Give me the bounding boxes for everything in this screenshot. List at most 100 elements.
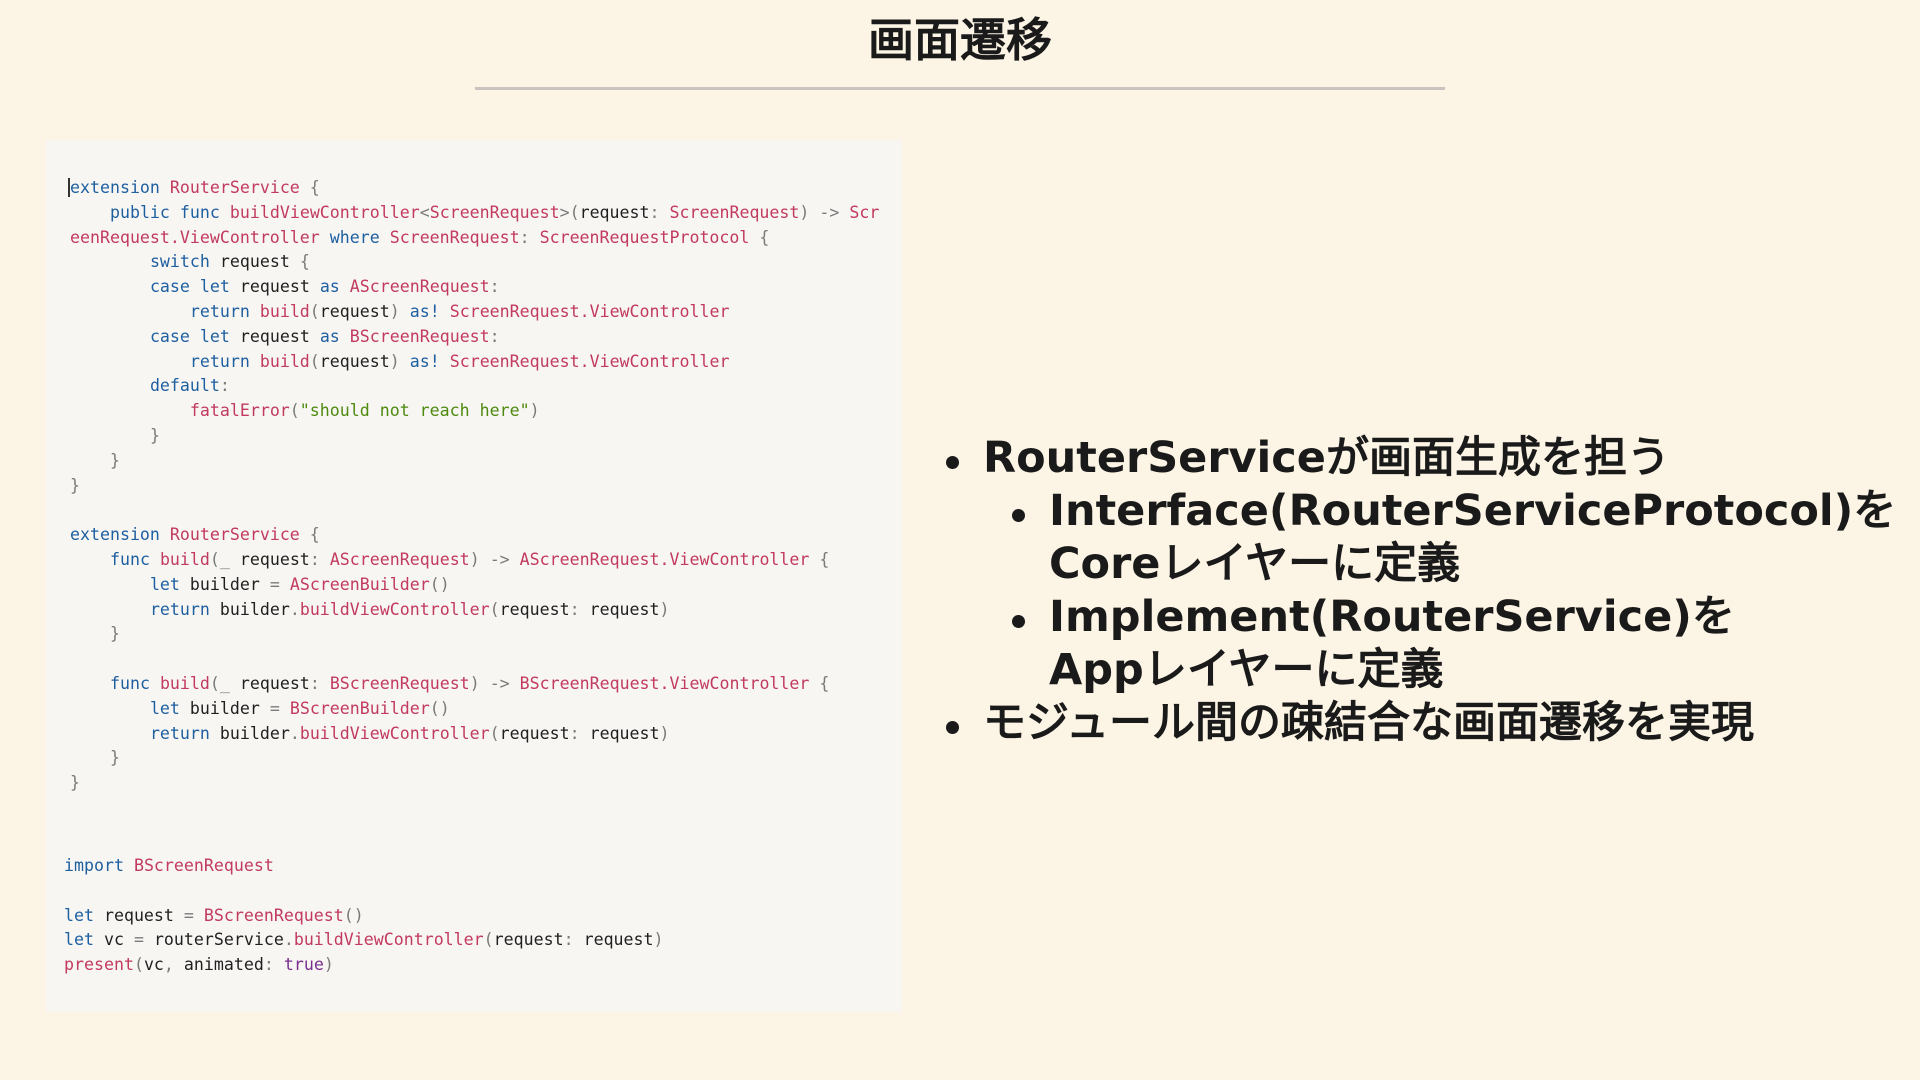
code-token: request: [229, 549, 310, 569]
code-token: }: [70, 475, 80, 495]
code-token: }: [109, 450, 120, 470]
code-token: "should not reach here": [299, 401, 530, 421]
code-token: AScreenRequest.ViewController: [519, 549, 810, 569]
code-token: (: [309, 301, 320, 321]
code-line: }: [70, 424, 879, 449]
code-token: request: [579, 599, 660, 619]
bullet-item: RouterServiceが画面生成を担う: [938, 432, 1898, 485]
code-token: build: [159, 549, 210, 569]
code-token: (: [309, 351, 320, 371]
code-token: case: [149, 326, 190, 346]
code-token: as!: [409, 301, 440, 321]
code-token: .: [289, 599, 300, 619]
code-token: public: [109, 202, 170, 222]
code-token: <: [419, 202, 430, 222]
code-token: ): [659, 599, 670, 619]
code-line: return build(request) as! ScreenRequest.…: [70, 350, 879, 375]
code-line: case let request as BScreenRequest:: [70, 325, 879, 350]
code-token: :: [309, 673, 320, 693]
code-token: extension: [70, 525, 160, 545]
bullet-text: Implement(RouterService)を Appレイヤーに定義: [1049, 592, 1735, 695]
code-token: ScreenRequest: [669, 202, 800, 222]
code-token: buildViewController: [299, 599, 490, 619]
code-token: default: [149, 376, 220, 396]
code-token: :: [489, 277, 500, 297]
code-token: request: [499, 723, 570, 743]
code-token: (_: [209, 549, 230, 569]
code-token: (): [429, 698, 450, 718]
code-token: BScreenBuilder: [289, 698, 430, 718]
code-token: request: [573, 930, 654, 950]
code-line: fatalError("should not reach here"): [70, 399, 879, 424]
code-token: }: [70, 773, 80, 793]
code-token: ): [323, 955, 334, 975]
code-line: return builder.buildViewController(reque…: [70, 722, 879, 747]
code-token: case: [149, 277, 190, 297]
code-token: RouterService: [169, 525, 300, 545]
code-token: request: [229, 673, 310, 693]
code-token: (: [289, 401, 300, 421]
code-token: request: [229, 326, 320, 346]
code-token: =: [183, 905, 194, 925]
bullet-text: RouterServiceが画面生成を担う: [983, 433, 1670, 483]
code-token: vc: [143, 955, 164, 975]
code-line: }: [70, 771, 879, 796]
code-token: ->: [489, 549, 510, 569]
code-token: }: [109, 748, 120, 768]
code-token: :: [309, 549, 320, 569]
code-token: func: [179, 202, 220, 222]
code-token: return: [149, 723, 210, 743]
code-token: AScreenRequest: [349, 277, 490, 297]
code-token: ScreenRequest.ViewController: [449, 351, 730, 371]
code-token: routerService: [143, 930, 284, 950]
code-line: extension RouterService {: [70, 523, 879, 548]
code-token: (: [133, 955, 144, 975]
code-token: let: [64, 905, 94, 925]
code-block-usage: import BScreenRequest let request = BScre…: [64, 854, 664, 978]
code-token: buildViewController: [229, 202, 420, 222]
code-token: (: [483, 930, 494, 950]
code-token: :: [563, 930, 574, 950]
code-token: ): [653, 930, 664, 950]
code-token: ScreenRequest.ViewController: [449, 301, 730, 321]
code-token: as!: [409, 351, 440, 371]
code-line: default:: [70, 374, 879, 399]
code-line: func build(_ request: AScreenRequest) ->…: [70, 548, 879, 573]
code-token: let: [64, 930, 94, 950]
code-token: ->: [819, 202, 840, 222]
code-token: build: [159, 673, 210, 693]
code-token: request: [579, 723, 660, 743]
code-token: build: [259, 351, 310, 371]
bullet-dot-icon: [946, 456, 959, 469]
code-token: .: [289, 723, 300, 743]
code-token: as: [319, 277, 340, 297]
code-token: ,: [163, 955, 174, 975]
code-token: request: [579, 202, 650, 222]
code-token: >(: [559, 202, 580, 222]
code-token: let: [149, 574, 180, 594]
code-token: :: [489, 326, 500, 346]
code-line: extension RouterService {: [68, 176, 879, 201]
code-token: request: [209, 252, 300, 272]
code-line: let builder = BScreenBuilder(): [70, 697, 879, 722]
code-token: (: [489, 723, 500, 743]
code-token: {: [819, 673, 830, 693]
